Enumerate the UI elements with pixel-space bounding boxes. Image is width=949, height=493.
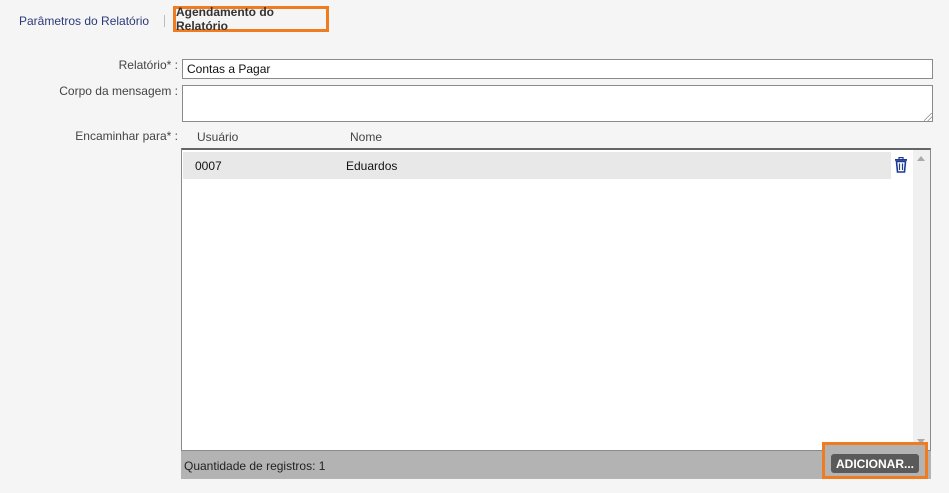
add-button-highlight: ADICIONAR... — [822, 442, 928, 479]
report-input[interactable] — [182, 59, 933, 79]
report-label: Relatório* : — [118, 58, 178, 72]
tab-bar: Parâmetros do Relatório Agendamento do R… — [0, 0, 949, 42]
recipients-grid: 0007 Eduardos — [181, 148, 931, 451]
message-body-label: Corpo da mensagem : — [59, 84, 178, 98]
column-header-usuario[interactable]: Usuário — [197, 130, 238, 144]
tab-report-parameters[interactable]: Parâmetros do Relatório — [19, 14, 149, 28]
trash-icon[interactable] — [891, 151, 911, 179]
add-button[interactable]: ADICIONAR... — [831, 454, 919, 473]
vertical-scrollbar[interactable] — [913, 150, 930, 450]
record-count: Quantidade de registros: 1 — [184, 459, 326, 473]
grid-footer: Quantidade de registros: 1 — [181, 451, 931, 479]
cell-usuario: 0007 — [195, 158, 222, 173]
table-row[interactable]: 0007 Eduardos — [183, 152, 894, 179]
textarea-resize-handle[interactable] — [924, 113, 932, 121]
forward-to-label: Encaminhar para* : — [75, 129, 178, 143]
tab-separator — [164, 15, 165, 27]
tab-report-schedule-label: Agendamento do Relatório — [176, 5, 274, 33]
cell-nome: Eduardos — [346, 158, 398, 173]
column-header-nome[interactable]: Nome — [350, 130, 382, 144]
tab-report-schedule[interactable]: Agendamento do Relatório — [173, 5, 329, 33]
message-body-textarea[interactable] — [182, 85, 933, 122]
chevron-up-icon[interactable] — [917, 156, 925, 161]
